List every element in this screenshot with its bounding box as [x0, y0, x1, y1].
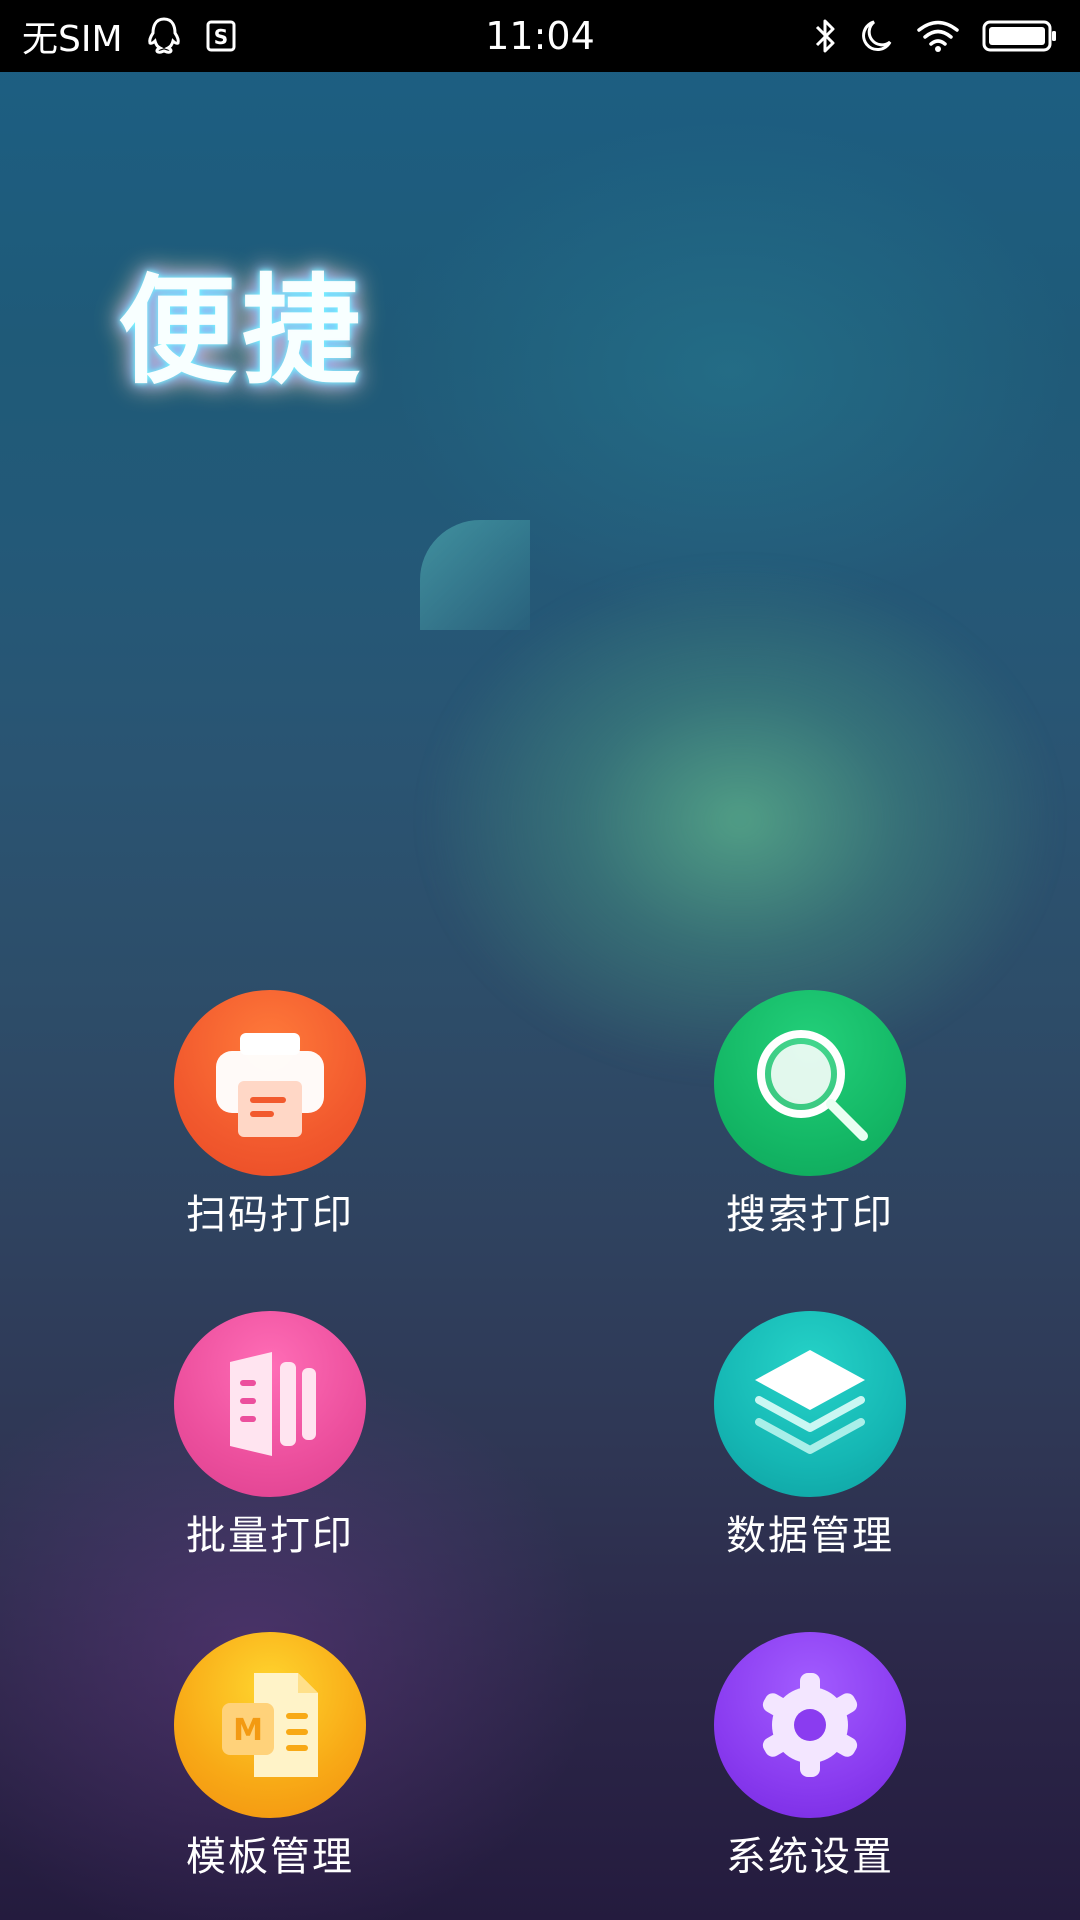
status-bar: 无SIM S 11:04	[0, 0, 1080, 72]
search-print-label: 搜索打印	[726, 1192, 894, 1238]
search-print-button[interactable]: 搜索打印	[660, 990, 960, 1240]
layers-icon	[714, 1311, 906, 1497]
svg-text:M: M	[233, 1713, 263, 1748]
batch-print-label: 批量打印	[186, 1513, 354, 1559]
do-not-disturb-moon-icon	[860, 18, 894, 54]
status-bar-right	[764, 0, 1058, 72]
template-management-button[interactable]: M 模板管理	[120, 1632, 420, 1882]
home-screen: 无SIM S 11:04 便捷 扫码打印 搜索打印 批量打印 数据管理 M 模板…	[0, 0, 1080, 1920]
scan-print-button[interactable]: 扫码打印	[120, 990, 420, 1240]
batch-print-button[interactable]: 批量打印	[120, 1311, 420, 1561]
template-document-icon: M	[174, 1632, 366, 1818]
system-settings-label: 系统设置	[726, 1834, 894, 1880]
moon-small-icon	[764, 21, 790, 51]
app-logo: 便捷	[118, 262, 367, 400]
data-management-button[interactable]: 数据管理	[660, 1311, 960, 1561]
template-management-label: 模板管理	[186, 1834, 354, 1880]
batch-document-icon	[174, 1311, 366, 1497]
battery-icon	[982, 18, 1058, 54]
gear-icon	[714, 1632, 906, 1818]
scan-print-label: 扫码打印	[186, 1192, 354, 1238]
printer-icon	[174, 990, 366, 1176]
bluetooth-icon	[812, 16, 838, 56]
wifi-icon	[916, 19, 960, 53]
system-settings-button[interactable]: 系统设置	[660, 1632, 960, 1882]
background-shape	[420, 520, 530, 630]
search-icon	[714, 990, 906, 1176]
data-management-label: 数据管理	[726, 1513, 894, 1559]
